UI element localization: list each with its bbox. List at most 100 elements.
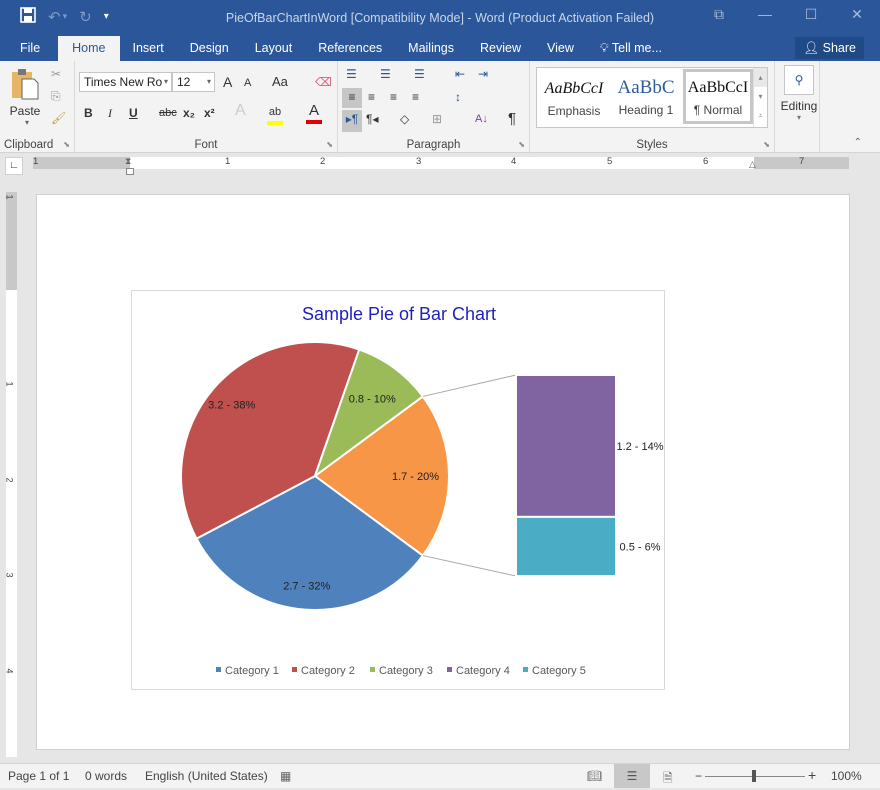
vertical-ruler[interactable]: 1 1 2 3 4 bbox=[4, 192, 17, 757]
increase-indent-button[interactable]: ⇥ bbox=[478, 65, 488, 83]
font-color-label: A bbox=[308, 102, 319, 119]
language-indicator[interactable]: English (United States) bbox=[145, 769, 268, 783]
tab-references[interactable]: References bbox=[305, 36, 395, 61]
italic-button[interactable]: I bbox=[108, 104, 112, 122]
status-bar: Page 1 of 1 0 words English (United Stat… bbox=[0, 763, 880, 788]
align-right-button[interactable]: ≡ bbox=[390, 88, 397, 106]
collapse-ribbon-icon[interactable]: ⌃ bbox=[854, 137, 862, 148]
data-label: 3.2 - 38% bbox=[208, 399, 255, 411]
tab-design[interactable]: Design bbox=[177, 36, 242, 61]
styles-more-icon[interactable]: ⩡ bbox=[754, 106, 767, 125]
left-indent-marker[interactable] bbox=[126, 168, 134, 175]
paste-button[interactable]: Paste ▾ bbox=[10, 67, 44, 127]
editing-button[interactable]: ⚲ Editing ▾ bbox=[779, 65, 819, 122]
tab-layout[interactable]: Layout bbox=[242, 36, 306, 61]
justify-button[interactable]: ≡ bbox=[412, 88, 419, 106]
styles-scroll[interactable]: ▴ ▾ ⩡ bbox=[753, 68, 767, 127]
style-heading-1[interactable]: AaBbC Heading 1 bbox=[611, 70, 681, 125]
tab-home[interactable]: Home bbox=[58, 36, 120, 61]
tab-file[interactable]: File bbox=[0, 36, 58, 61]
first-line-indent-marker[interactable]: ⧗ bbox=[125, 156, 131, 167]
tell-me-search[interactable]: 💡︎ Tell me... bbox=[587, 36, 675, 61]
change-case-button[interactable]: Aa bbox=[272, 73, 288, 91]
horizontal-ruler[interactable]: 1 1 2 3 4 5 6 7 ⧗ △ bbox=[33, 156, 849, 170]
ltr-button[interactable]: ▸¶ bbox=[342, 110, 362, 132]
clipboard-dialog-launcher[interactable]: ⬊ bbox=[63, 140, 70, 149]
tab-mailings[interactable]: Mailings bbox=[395, 36, 467, 61]
zoom-slider-thumb[interactable] bbox=[752, 770, 756, 782]
ruler-number: 1 bbox=[4, 381, 15, 387]
align-center-button[interactable]: ≡ bbox=[368, 88, 375, 106]
print-layout-icon[interactable]: ☰ bbox=[614, 764, 650, 788]
rtl-button[interactable]: ¶◂ bbox=[366, 110, 378, 128]
styles-scroll-up-icon[interactable]: ▴ bbox=[754, 68, 767, 87]
editing-dropdown-icon: ▾ bbox=[796, 113, 801, 122]
tab-view[interactable]: View bbox=[534, 36, 587, 61]
page-count[interactable]: Page 1 of 1 bbox=[8, 769, 69, 783]
tab-insert[interactable]: Insert bbox=[120, 36, 177, 61]
cut-icon[interactable]: ✂ bbox=[51, 65, 61, 83]
data-label: 1.7 - 20% bbox=[392, 471, 439, 483]
close-button[interactable]: ✕ bbox=[834, 6, 880, 23]
zoom-level[interactable]: 100% bbox=[831, 769, 862, 783]
minimize-button[interactable]: — bbox=[742, 6, 788, 23]
grow-font-button[interactable]: A bbox=[223, 73, 232, 91]
tab-selector[interactable]: ∟ bbox=[5, 157, 23, 175]
decrease-indent-button[interactable]: ⇤ bbox=[455, 65, 465, 83]
pie-of-bar-chart: Sample Pie of Bar Chart 1.7 - 20% 2.7 - 3… bbox=[180, 304, 664, 677]
legend-swatch bbox=[292, 667, 297, 672]
line-spacing-button[interactable]: ↕ bbox=[455, 88, 461, 106]
tab-review[interactable]: Review bbox=[467, 36, 534, 61]
font-name-combo[interactable]: Times New Ro ▾ bbox=[79, 72, 172, 92]
clear-formatting-icon[interactable]: ⌫ bbox=[315, 73, 332, 91]
sort-button[interactable]: A↓ bbox=[475, 110, 488, 128]
styles-dialog-launcher[interactable]: ⬊ bbox=[763, 140, 770, 149]
legend-swatch bbox=[447, 667, 452, 672]
borders-button[interactable]: ⊞ bbox=[432, 110, 442, 128]
series-line bbox=[422, 555, 517, 577]
font-dialog-launcher[interactable]: ⬊ bbox=[326, 140, 333, 149]
style-emphasis[interactable]: AaBbCcI Emphasis bbox=[539, 70, 609, 125]
style-normal[interactable]: AaBbCcI ¶ Normal bbox=[683, 69, 753, 124]
align-left-button[interactable]: ≡ bbox=[342, 88, 362, 108]
ruler-number: 7 bbox=[799, 156, 805, 167]
title-bar: ↶ ▾ ↻ ▾ PieOfBarChartInWord [Compatibili… bbox=[0, 0, 880, 36]
right-indent-marker[interactable]: △ bbox=[749, 159, 756, 170]
bullets-button[interactable]: ☰ bbox=[346, 65, 357, 83]
font-color-button[interactable]: A bbox=[306, 102, 322, 124]
word-count[interactable]: 0 words bbox=[85, 769, 127, 783]
share-button[interactable]: 👤︎ Share bbox=[795, 37, 864, 59]
style-heading-1-name: Heading 1 bbox=[618, 103, 674, 117]
show-formatting-button[interactable]: ¶ bbox=[508, 110, 516, 128]
superscript-button[interactable]: x² bbox=[204, 104, 215, 122]
font-group-label: Font bbox=[194, 139, 218, 151]
styles-scroll-down-icon[interactable]: ▾ bbox=[754, 87, 767, 106]
chart-area[interactable]: Sample Pie of Bar Chart 1.7 - 20% 2.7 - 3… bbox=[131, 290, 665, 690]
editing-group: ⚲ Editing ▾ bbox=[775, 61, 820, 153]
read-mode-icon[interactable]: 📖︎ bbox=[587, 769, 602, 783]
paragraph-dialog-launcher[interactable]: ⬊ bbox=[518, 140, 525, 149]
shading-button[interactable]: ◇ bbox=[400, 110, 409, 128]
zoom-out-button[interactable]: − bbox=[695, 769, 702, 783]
copy-icon[interactable]: ⎘ bbox=[51, 87, 61, 105]
ribbon-tabs: File Home Insert Design Layout Reference… bbox=[0, 36, 880, 61]
macro-recording-icon[interactable]: ▦ bbox=[280, 769, 291, 783]
format-painter-icon[interactable]: 🖌︎ bbox=[51, 109, 66, 127]
paste-dropdown-icon[interactable]: ▾ bbox=[10, 118, 44, 127]
strikethrough-button[interactable]: abc bbox=[159, 104, 177, 122]
shrink-font-button[interactable]: A bbox=[244, 74, 251, 92]
maximize-button[interactable]: ☐ bbox=[788, 6, 834, 23]
multilevel-list-button[interactable]: ☰ bbox=[414, 65, 425, 83]
ribbon-display-options-icon[interactable]: ⧉ bbox=[696, 6, 742, 23]
underline-button[interactable]: U bbox=[129, 104, 138, 122]
subscript-button[interactable]: x₂ bbox=[183, 104, 195, 122]
text-effects-button[interactable]: A bbox=[235, 102, 246, 120]
numbering-button[interactable]: ☰ bbox=[380, 65, 391, 83]
font-size-combo[interactable]: 12 ▾ bbox=[172, 72, 215, 92]
tell-me-label: Tell me... bbox=[611, 41, 662, 55]
zoom-in-button[interactable]: + bbox=[808, 767, 816, 783]
bold-button[interactable]: B bbox=[84, 104, 93, 122]
legend-entry: Category 3 bbox=[379, 665, 433, 677]
highlight-button[interactable]: ab bbox=[267, 102, 283, 125]
web-layout-icon[interactable]: 🗎︎ bbox=[663, 769, 673, 790]
